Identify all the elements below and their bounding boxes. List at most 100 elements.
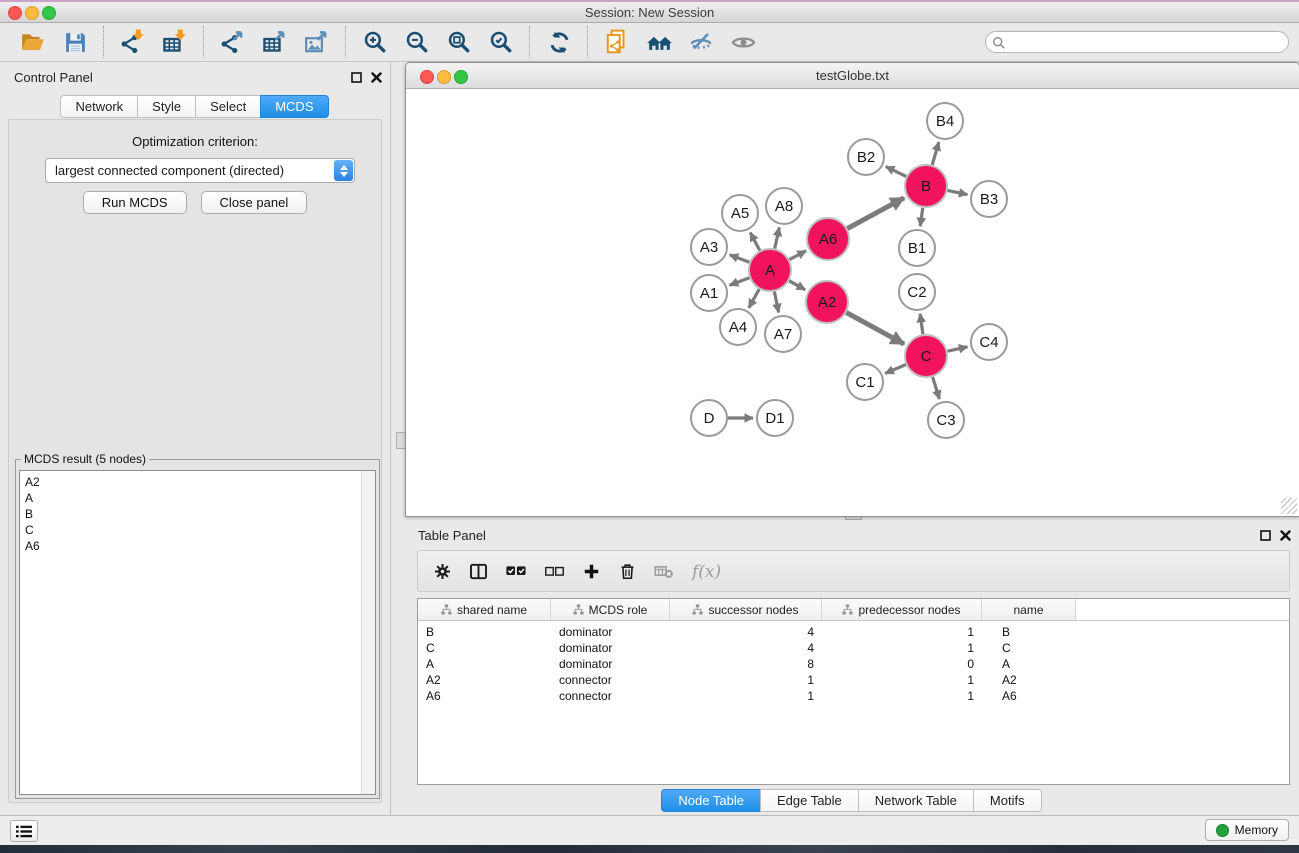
table-cell[interactable]: 1 (822, 689, 982, 703)
tab-network-table[interactable]: Network Table (858, 789, 974, 812)
graph-node-B4[interactable]: B4 (927, 103, 963, 139)
table-cell[interactable]: 4 (670, 641, 822, 655)
column-header-name[interactable]: name (982, 599, 1076, 620)
graph-node-A8[interactable]: A8 (766, 188, 802, 224)
network-window-titlebar[interactable]: testGlobe.txt (406, 63, 1299, 89)
close-table-panel-icon[interactable] (1279, 529, 1291, 541)
table-cell[interactable]: A6 (982, 689, 1076, 703)
table-cell[interactable]: 1 (670, 673, 822, 687)
export-network-icon[interactable] (218, 27, 248, 57)
table-row[interactable]: Adominator80A (418, 656, 1289, 672)
table-cell[interactable]: B (982, 625, 1076, 639)
table-cell[interactable]: A (418, 657, 551, 671)
graph-node-C1[interactable]: C1 (847, 364, 883, 400)
float-panel-icon[interactable] (350, 71, 362, 83)
graph-edge-A-A5[interactable] (750, 233, 760, 251)
graph-edge-A6-B[interactable] (847, 198, 904, 229)
table-cell[interactable]: A (982, 657, 1076, 671)
table-cell[interactable]: 1 (670, 689, 822, 703)
column-header-shared-name[interactable]: shared name (418, 599, 551, 620)
graph-node-A3[interactable]: A3 (691, 229, 727, 265)
table-cell[interactable]: A2 (982, 673, 1076, 687)
graph-node-D[interactable]: D (691, 400, 727, 436)
table-cell[interactable]: dominator (551, 641, 670, 655)
graph-node-A5[interactable]: A5 (722, 195, 758, 231)
table-cell[interactable]: dominator (551, 625, 670, 639)
graph-edge-A-A4[interactable] (749, 289, 759, 308)
table-row[interactable]: A2connector11A2 (418, 672, 1289, 688)
table-cell[interactable]: 1 (822, 673, 982, 687)
table-cell[interactable]: A6 (418, 689, 551, 703)
delete-column-icon[interactable] (618, 562, 637, 581)
open-file-icon[interactable] (18, 27, 48, 57)
mcds-result-list[interactable]: A2ABCA6 (19, 470, 376, 795)
column-header-successor-nodes[interactable]: successor nodes (670, 599, 822, 620)
graph-node-B1[interactable]: B1 (899, 230, 935, 266)
show-panel-eye-icon[interactable] (728, 27, 758, 57)
table-cell[interactable]: C (418, 641, 551, 655)
table-cell[interactable]: dominator (551, 657, 670, 671)
graph-node-C3[interactable]: C3 (928, 402, 964, 438)
tab-style[interactable]: Style (137, 95, 196, 118)
graph-node-A1[interactable]: A1 (691, 275, 727, 311)
table-cell[interactable]: 0 (822, 657, 982, 671)
float-table-panel-icon[interactable] (1259, 529, 1271, 541)
table-row[interactable]: A6connector11A6 (418, 688, 1289, 704)
mcds-result-item[interactable]: A (25, 490, 357, 506)
graph-node-A4[interactable]: A4 (720, 309, 756, 345)
mcds-result-item[interactable]: A2 (25, 474, 357, 490)
table-cell[interactable]: 4 (670, 625, 822, 639)
column-header-predecessor-nodes[interactable]: predecessor nodes (822, 599, 982, 620)
graph-node-B[interactable]: B (905, 165, 947, 207)
graph-edge-C-C2[interactable] (920, 314, 923, 334)
table-cell[interactable]: A2 (418, 673, 551, 687)
table-cell[interactable]: 1 (822, 625, 982, 639)
graph-node-D1[interactable]: D1 (757, 400, 793, 436)
graph-node-C[interactable]: C (905, 335, 947, 377)
graph-edge-C-C3[interactable] (933, 377, 940, 399)
column-header-mcds-role[interactable]: MCDS role (551, 599, 670, 620)
zoom-out-icon[interactable] (402, 27, 432, 57)
deselect-all-checks-icon[interactable] (544, 561, 565, 582)
close-panel-button[interactable]: Close panel (201, 191, 308, 214)
graph-edge-B-B1[interactable] (920, 208, 923, 226)
tab-motifs[interactable]: Motifs (973, 789, 1042, 812)
export-image-icon[interactable] (302, 27, 332, 57)
graph-edge-B-B2[interactable] (886, 167, 906, 177)
graph-node-B2[interactable]: B2 (848, 139, 884, 175)
home-layout-icon[interactable] (644, 27, 674, 57)
close-panel-icon[interactable] (370, 71, 382, 83)
select-all-checks-icon[interactable] (505, 560, 527, 582)
zoom-in-icon[interactable] (360, 27, 390, 57)
add-column-icon[interactable] (582, 562, 601, 581)
graph-node-B3[interactable]: B3 (971, 181, 1007, 217)
panel-toggle-button[interactable] (10, 820, 38, 842)
graph-node-C2[interactable]: C2 (899, 274, 935, 310)
import-network-icon[interactable] (118, 27, 148, 57)
graph-node-C4[interactable]: C4 (971, 324, 1007, 360)
graph-edge-A-A1[interactable] (730, 278, 750, 285)
import-table-icon[interactable] (160, 27, 190, 57)
tab-edge-table[interactable]: Edge Table (760, 789, 859, 812)
memory-button[interactable]: Memory (1205, 819, 1289, 841)
graph-edge-A-A3[interactable] (730, 255, 750, 262)
network-graph[interactable]: B4B2BB3A5A8A6B1A3AA1C2A2A4A7C4CC1C3DD1 (406, 89, 1297, 515)
mcds-result-item[interactable]: A6 (25, 538, 357, 554)
table-cell[interactable]: 8 (670, 657, 822, 671)
graph-edge-B-B4[interactable] (932, 142, 939, 165)
graph-edge-A2-C[interactable] (846, 313, 904, 345)
settings-gear-icon[interactable] (433, 562, 452, 581)
tab-network[interactable]: Network (60, 95, 138, 118)
optimization-criterion-select[interactable]: largest connected component (directed) (45, 158, 355, 183)
graph-edge-A-A6[interactable] (789, 251, 806, 260)
graph-edge-C-C1[interactable] (885, 365, 906, 374)
hide-panel-eye-icon[interactable] (686, 27, 716, 57)
table-cell[interactable]: B (418, 625, 551, 639)
result-list-scrollbar[interactable] (361, 471, 375, 794)
table-cell[interactable]: connector (551, 689, 670, 703)
graph-node-A[interactable]: A (749, 249, 791, 291)
mcds-result-item[interactable]: B (25, 506, 357, 522)
graph-edge-A-A2[interactable] (789, 281, 805, 290)
refresh-view-icon[interactable] (544, 27, 574, 57)
zoom-selected-icon[interactable] (486, 27, 516, 57)
